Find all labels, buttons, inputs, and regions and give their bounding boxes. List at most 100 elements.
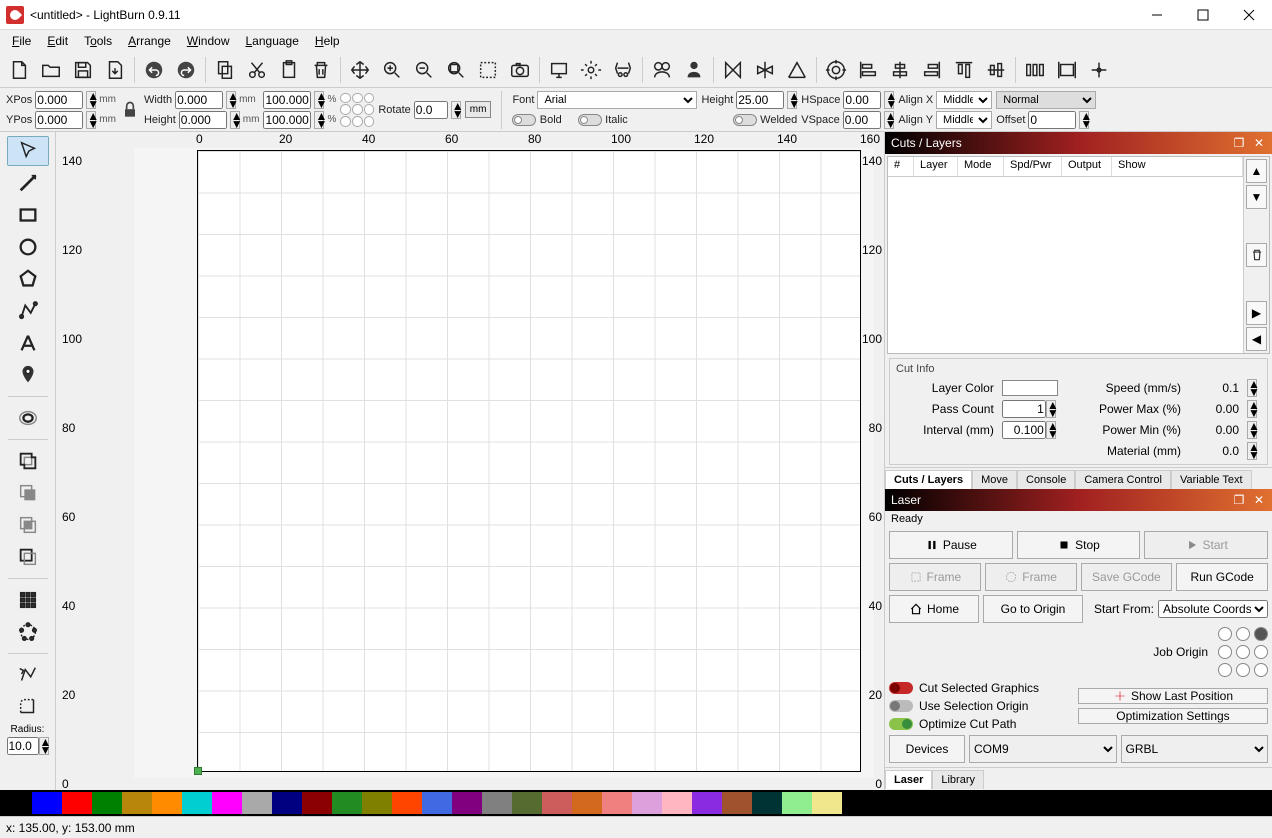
frame-rect-button[interactable]: Frame bbox=[889, 563, 981, 591]
color-swatch[interactable] bbox=[62, 792, 92, 814]
delete-button[interactable] bbox=[306, 55, 336, 85]
pause-button[interactable]: Pause bbox=[889, 531, 1013, 559]
col-spdpwr[interactable]: Spd/Pwr bbox=[1004, 157, 1062, 176]
color-swatch[interactable] bbox=[782, 792, 812, 814]
xpos-spinner[interactable]: ▲▼ bbox=[86, 91, 96, 109]
color-swatch[interactable] bbox=[572, 792, 602, 814]
redo-button[interactable] bbox=[171, 55, 201, 85]
ypos-spinner[interactable]: ▲▼ bbox=[86, 111, 96, 129]
color-swatch[interactable] bbox=[32, 792, 62, 814]
start-button[interactable]: Start bbox=[1144, 531, 1268, 559]
tab-variable-text[interactable]: Variable Text bbox=[1171, 470, 1252, 489]
color-swatch[interactable] bbox=[242, 792, 272, 814]
show-last-position-button[interactable]: Show Last Position bbox=[1078, 688, 1268, 704]
mirror-button[interactable] bbox=[782, 55, 812, 85]
import-button[interactable] bbox=[100, 55, 130, 85]
cut-button[interactable] bbox=[242, 55, 272, 85]
height-input[interactable] bbox=[179, 111, 227, 129]
color-swatch[interactable] bbox=[362, 792, 392, 814]
position-tool[interactable] bbox=[7, 360, 49, 390]
go-to-origin-button[interactable]: Go to Origin bbox=[983, 595, 1083, 623]
cut-selected-toggle[interactable]: Cut Selected Graphics bbox=[889, 681, 1039, 695]
distribute-h-button[interactable] bbox=[1020, 55, 1050, 85]
alignx-select[interactable]: Middle bbox=[936, 91, 992, 109]
use-selection-origin-toggle[interactable]: Use Selection Origin bbox=[889, 699, 1039, 713]
layer-delete-button[interactable] bbox=[1246, 243, 1267, 267]
panel-undock-icon[interactable]: ❐ bbox=[1232, 493, 1246, 507]
layer-left-button[interactable]: ◀ bbox=[1246, 327, 1267, 351]
powermin-spinner[interactable]: ▲▼ bbox=[1247, 421, 1257, 439]
zoom-selection-button[interactable] bbox=[473, 55, 503, 85]
layer-down-button[interactable]: ▼ bbox=[1246, 185, 1267, 209]
panel-close-icon[interactable]: ✕ bbox=[1252, 136, 1266, 150]
color-swatch[interactable] bbox=[662, 792, 692, 814]
weld-tool[interactable] bbox=[7, 446, 49, 476]
color-swatch[interactable] bbox=[422, 792, 452, 814]
new-button[interactable] bbox=[4, 55, 34, 85]
font-height-input[interactable] bbox=[736, 91, 784, 109]
align-vcenter-button[interactable] bbox=[885, 55, 915, 85]
maximize-button[interactable] bbox=[1180, 0, 1226, 30]
pass-count-input[interactable] bbox=[1002, 400, 1046, 418]
device-settings-button[interactable] bbox=[608, 55, 638, 85]
align-left-button[interactable] bbox=[853, 55, 883, 85]
offset-tool[interactable] bbox=[7, 403, 49, 433]
scale-h-input[interactable] bbox=[263, 111, 311, 129]
rotate-input[interactable] bbox=[414, 101, 448, 119]
color-swatch[interactable] bbox=[122, 792, 152, 814]
optimization-settings-button[interactable]: Optimization Settings bbox=[1078, 708, 1268, 724]
menu-window[interactable]: Window bbox=[179, 32, 238, 50]
zoom-frame-button[interactable] bbox=[441, 55, 471, 85]
color-swatch[interactable] bbox=[512, 792, 542, 814]
align-right-button[interactable] bbox=[917, 55, 947, 85]
menu-language[interactable]: Language bbox=[237, 32, 306, 50]
menu-file[interactable]: File bbox=[4, 32, 39, 50]
radius-input[interactable] bbox=[7, 737, 39, 755]
color-swatch[interactable] bbox=[542, 792, 572, 814]
color-swatch[interactable] bbox=[692, 792, 722, 814]
col-layer[interactable]: Layer bbox=[914, 157, 958, 176]
port-select[interactable]: COM9 bbox=[969, 735, 1117, 763]
menu-edit[interactable]: Edit bbox=[39, 32, 76, 50]
bold-toggle[interactable] bbox=[512, 114, 536, 126]
undo-button[interactable] bbox=[139, 55, 169, 85]
scale-w-input[interactable] bbox=[263, 91, 311, 109]
style-select[interactable]: Normal bbox=[996, 91, 1096, 109]
save-gcode-button[interactable]: Save GCode bbox=[1081, 563, 1173, 591]
tab-library[interactable]: Library bbox=[932, 770, 984, 789]
edit-nodes-tool[interactable] bbox=[7, 296, 49, 326]
vspace-input[interactable] bbox=[843, 111, 881, 129]
rectangle-tool[interactable] bbox=[7, 200, 49, 230]
color-swatch[interactable] bbox=[392, 792, 422, 814]
run-gcode-button[interactable]: Run GCode bbox=[1176, 563, 1268, 591]
menu-help[interactable]: Help bbox=[307, 32, 348, 50]
close-button[interactable] bbox=[1226, 0, 1272, 30]
radial-array-tool[interactable] bbox=[7, 617, 49, 647]
job-origin-grid[interactable] bbox=[1218, 627, 1268, 677]
distribute-v-button[interactable] bbox=[1052, 55, 1082, 85]
lock-icon[interactable] bbox=[120, 100, 140, 120]
boolean-subtract-tool[interactable] bbox=[7, 478, 49, 508]
frame-hull-button[interactable]: Frame bbox=[985, 563, 1077, 591]
color-swatch[interactable] bbox=[92, 792, 122, 814]
layer-up-button[interactable]: ▲ bbox=[1246, 159, 1267, 183]
align-hcenter-button[interactable] bbox=[981, 55, 1011, 85]
canvas-area[interactable]: 020406080100120140160 140120100806040200… bbox=[56, 132, 884, 790]
anchor-grid[interactable] bbox=[340, 93, 374, 127]
flip-h-button[interactable] bbox=[718, 55, 748, 85]
ypos-input[interactable] bbox=[35, 111, 83, 129]
ungroup-button[interactable] bbox=[679, 55, 709, 85]
speed-spinner[interactable]: ▲▼ bbox=[1247, 379, 1257, 397]
save-button[interactable] bbox=[68, 55, 98, 85]
grid-array-tool[interactable] bbox=[7, 585, 49, 615]
aligny-select[interactable]: Middle bbox=[936, 111, 992, 129]
tab-console[interactable]: Console bbox=[1017, 470, 1075, 489]
tab-laser[interactable]: Laser bbox=[885, 770, 932, 789]
italic-toggle[interactable] bbox=[578, 114, 602, 126]
col-mode[interactable]: Mode bbox=[958, 157, 1004, 176]
start-from-select[interactable]: Absolute Coords bbox=[1158, 600, 1268, 618]
color-swatch[interactable] bbox=[752, 792, 782, 814]
pan-button[interactable] bbox=[345, 55, 375, 85]
col-show[interactable]: Show bbox=[1112, 157, 1243, 176]
color-swatch[interactable] bbox=[482, 792, 512, 814]
